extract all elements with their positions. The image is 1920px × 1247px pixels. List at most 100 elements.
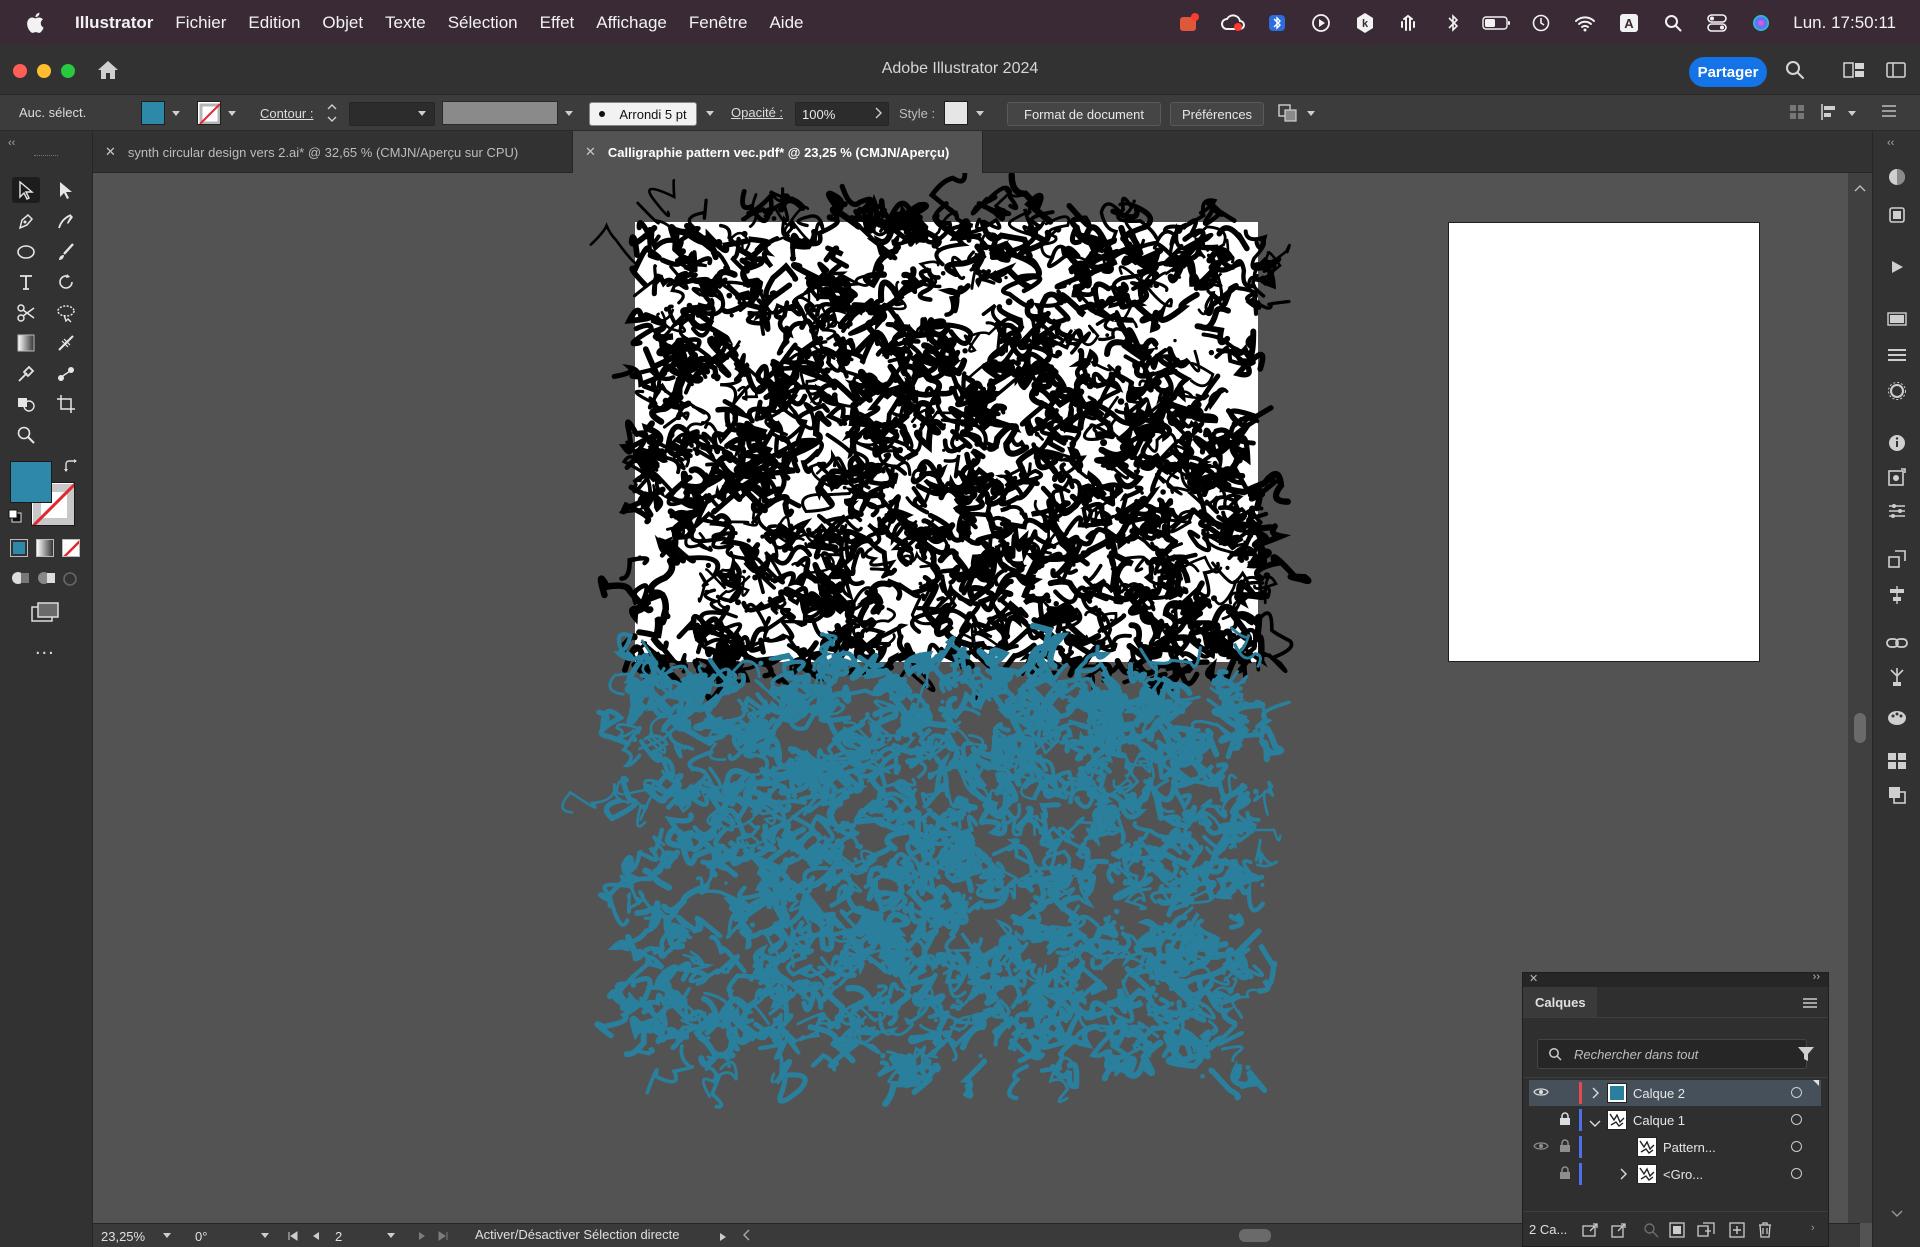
layers-panel-header[interactable]: ✕ ››: [1523, 971, 1828, 987]
paintbrush-tool-icon[interactable]: [52, 239, 80, 265]
lock-icon[interactable]: [1559, 1112, 1571, 1129]
create-sublayer-icon[interactable]: [1697, 1222, 1715, 1241]
search-icon[interactable]: [1785, 60, 1805, 85]
shape-builder-tool-icon[interactable]: [12, 391, 40, 417]
menu-app-illustrator[interactable]: Illustrator: [64, 13, 164, 33]
fill-color-swatch-front[interactable]: [10, 461, 52, 503]
export-icon[interactable]: [1581, 1222, 1599, 1241]
apple-icon[interactable]: [24, 12, 46, 34]
target-circle-icon[interactable]: [1791, 1141, 1802, 1152]
zoom-level-input[interactable]: 23,25%: [97, 1227, 153, 1246]
opacity-label[interactable]: Opacité :: [731, 105, 783, 120]
layer-row-group[interactable]: <Gro...: [1529, 1161, 1821, 1187]
blue-calligraphy-pattern[interactable]: [561, 622, 1291, 1109]
width-tool-icon[interactable]: [52, 330, 80, 356]
color-panel-icon[interactable]: [1885, 165, 1909, 189]
gradient-panel-icon[interactable]: [1885, 307, 1909, 331]
info-panel-icon[interactable]: [1885, 431, 1909, 455]
zoom-tool-icon[interactable]: [12, 422, 40, 448]
image-trace-panel-icon[interactable]: [1885, 465, 1909, 489]
gradient-mode-icon[interactable]: [36, 539, 54, 557]
menu-bar-clock[interactable]: Lun. 17:50:11: [1783, 13, 1920, 33]
dock-scroll-down-chevron-icon[interactable]: [1891, 1205, 1903, 1223]
edit-toolbar-icon[interactable]: ...: [35, 637, 55, 660]
menu-fenetre[interactable]: Fenêtre: [678, 13, 759, 33]
profile-chevron-icon[interactable]: [565, 111, 573, 116]
variable-width-profile[interactable]: [442, 101, 558, 125]
layers-search-input[interactable]: Rechercher dans tout: [1537, 1039, 1807, 1069]
arrange-documents-icon[interactable]: [1843, 62, 1865, 83]
keyboard-input-icon[interactable]: A: [1607, 0, 1651, 45]
toolbar-grip[interactable]: [34, 155, 58, 157]
close-panel-icon[interactable]: ✕: [1529, 972, 1538, 985]
fill-swatch[interactable]: [141, 101, 165, 125]
layer-row-calque-2[interactable]: Calque 2: [1529, 1080, 1821, 1106]
stroke-weight-chevron-icon[interactable]: [418, 111, 426, 116]
make-clipping-mask-icon[interactable]: [1669, 1222, 1685, 1241]
black-calligraphy-pattern[interactable]: [589, 173, 1312, 703]
default-fill-stroke-icon[interactable]: [8, 509, 22, 528]
opacity-arrow-icon[interactable]: [874, 107, 882, 122]
artboard-number-input[interactable]: 2: [331, 1227, 371, 1246]
stroke-dropdown-chevron-icon[interactable]: [228, 111, 236, 116]
swatches-panel-icon[interactable]: [1885, 749, 1909, 773]
pen-tool-icon[interactable]: [12, 208, 40, 234]
draw-inside-icon[interactable]: [62, 571, 78, 592]
close-tab-icon[interactable]: ✕: [105, 144, 116, 160]
delete-layer-icon[interactable]: [1757, 1221, 1773, 1241]
transform-panel-icon[interactable]: [1885, 547, 1909, 571]
layer-name[interactable]: Calque 1: [1633, 1113, 1685, 1128]
lock-icon[interactable]: [1559, 1139, 1571, 1156]
type-tool-icon[interactable]: [12, 269, 40, 295]
scroll-left-chevron-icon[interactable]: [743, 1229, 751, 1244]
layer-name[interactable]: Pattern...: [1663, 1140, 1716, 1155]
rotation-input[interactable]: 0°: [191, 1227, 249, 1246]
artboard-tool-icon[interactable]: [52, 391, 80, 417]
tab-calques[interactable]: Calques: [1523, 987, 1597, 1017]
swap-fill-stroke-icon[interactable]: [64, 459, 78, 478]
color-guide-panel-icon[interactable]: [1885, 705, 1909, 729]
previous-artboard-icon[interactable]: [311, 1229, 321, 1244]
align-chevron-icon[interactable]: [1848, 111, 1856, 116]
stroke-weight-stepper-icon[interactable]: [325, 99, 339, 130]
direct-selection-tool-icon[interactable]: [52, 177, 80, 203]
eyedropper-tool-icon[interactable]: [12, 361, 40, 387]
stroke-panel-icon[interactable]: [1885, 343, 1909, 367]
collect-for-export-icon[interactable]: [1611, 1222, 1627, 1241]
siri-icon[interactable]: [1739, 0, 1783, 45]
close-tab-icon[interactable]: ✕: [585, 144, 596, 160]
battery-icon[interactable]: [1475, 0, 1519, 45]
stroke-label[interactable]: Contour :: [260, 106, 313, 121]
collapse-toolbar-icon[interactable]: ‹‹: [8, 137, 15, 149]
menu-effet[interactable]: Effet: [529, 13, 586, 33]
locate-object-icon[interactable]: [1643, 1222, 1659, 1241]
menu-edition[interactable]: Edition: [237, 13, 311, 33]
k-app-icon[interactable]: k: [1343, 0, 1387, 45]
brush-chevron-icon[interactable]: [706, 111, 714, 116]
expand-chevron-icon[interactable]: [1619, 1168, 1627, 1183]
style-chevron-icon[interactable]: [976, 111, 984, 116]
menu-aide[interactable]: Aide: [758, 13, 814, 33]
color-mode-icon[interactable]: [10, 539, 28, 557]
target-circle-icon[interactable]: [1791, 1087, 1802, 1098]
share-button[interactable]: Partager: [1689, 57, 1767, 87]
graphic-style-swatch[interactable]: [944, 101, 968, 125]
panel-scroll-right-icon[interactable]: ›: [1811, 1222, 1815, 1234]
arrange-icon[interactable]: [1276, 101, 1302, 126]
preferences-button[interactable]: Préférences: [1170, 102, 1264, 126]
rotation-chevron-icon[interactable]: [261, 1233, 269, 1238]
collapse-chevron-icon[interactable]: [1589, 1116, 1601, 1131]
target-circle-icon[interactable]: [1791, 1168, 1802, 1179]
stroke-none-swatch[interactable]: [197, 101, 221, 125]
visibility-eye-icon[interactable]: [1533, 1139, 1549, 1156]
menu-selection[interactable]: Sélection: [437, 13, 529, 33]
appearance-panel-icon[interactable]: [1885, 379, 1909, 403]
spotlight-icon[interactable]: [1651, 0, 1695, 45]
layer-name[interactable]: Calque 2: [1633, 1086, 1685, 1101]
tab-synth-circular-design[interactable]: ✕ synth circular design vers 2.ai* @ 32,…: [93, 131, 573, 173]
rotate-tool-icon[interactable]: [52, 269, 80, 295]
next-artboard-icon[interactable]: [417, 1229, 427, 1244]
play-icon[interactable]: [1299, 0, 1343, 45]
actions-panel-icon[interactable]: [1885, 255, 1909, 279]
draw-normal-icon[interactable]: [10, 569, 30, 592]
